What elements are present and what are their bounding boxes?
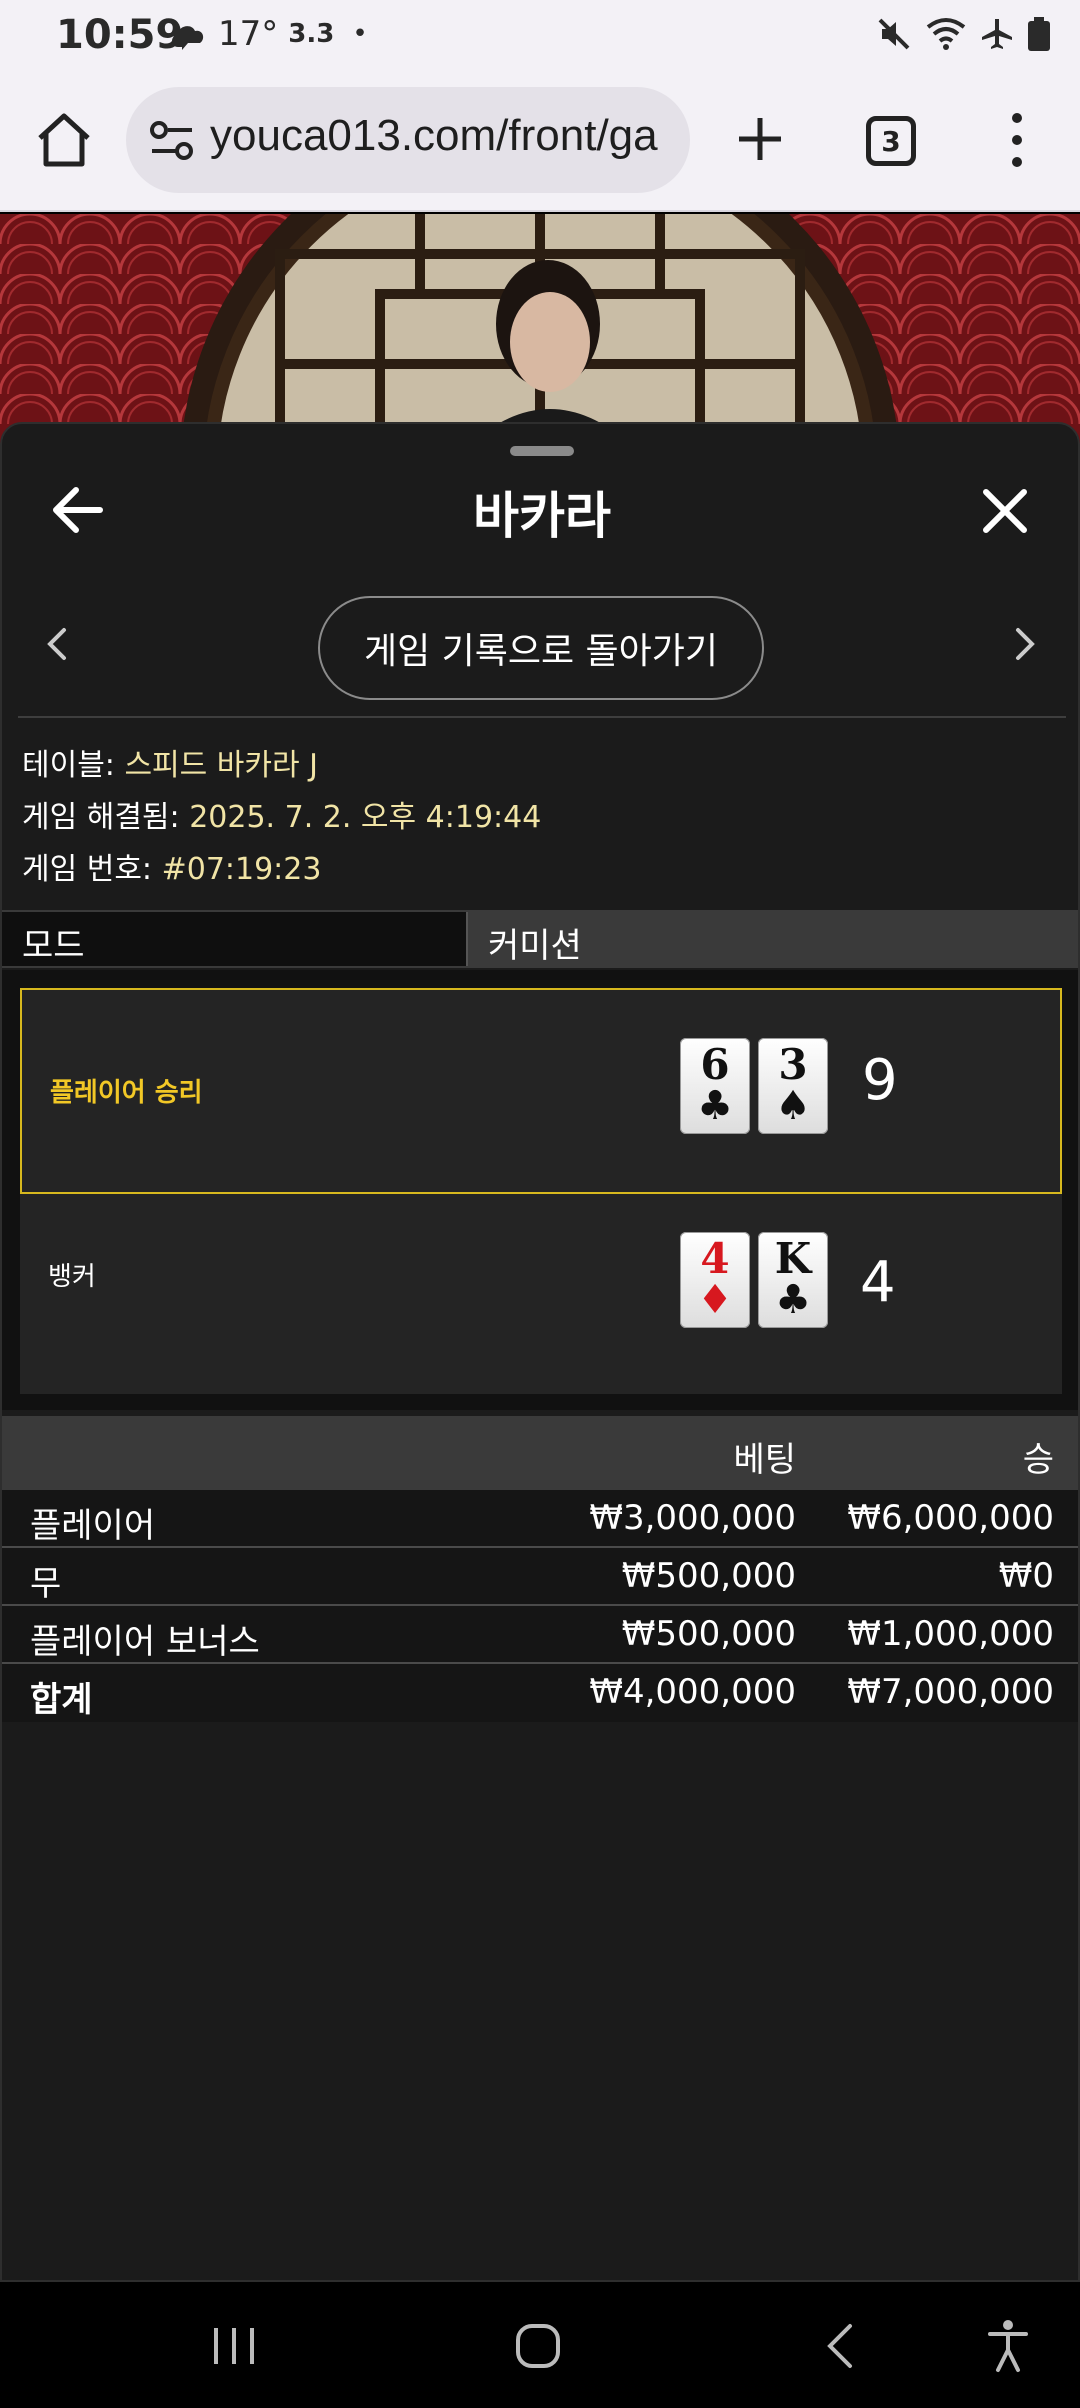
total-win: ₩7,000,000 <box>847 1672 1054 1712</box>
status-dot: • <box>352 19 368 49</box>
mode-label: 모드 <box>22 926 85 966</box>
table-row: 플레이어 ₩3,000,000 ₩6,000,000 <box>2 1490 1078 1548</box>
mode-value: 커미션 <box>488 926 582 966</box>
back-to-history-button[interactable]: 게임 기록으로 돌아가기 <box>318 596 764 700</box>
total-bet: ₩4,000,000 <box>589 1672 796 1712</box>
next-game-icon[interactable] <box>1010 624 1040 664</box>
bet-column-header: 베팅 <box>733 1440 796 1480</box>
bet-name: 무 <box>30 1564 62 1604</box>
info-table: 테이블: 스피드 바카라 J <box>22 740 318 784</box>
status-bar: 10:59 17° 3.3 • <box>0 0 1080 72</box>
airplane-icon <box>982 19 1012 49</box>
status-temperature: 17° <box>218 14 279 54</box>
banker-result: 뱅커 4 ♦ K ♣ 4 <box>20 1194 1062 1394</box>
bet-table: 베팅 승 플레이어 ₩3,000,000 ₩6,000,000 무 ₩500,0… <box>2 1416 1078 1722</box>
info-game-number: 게임 번호: #07:19:23 <box>22 844 321 888</box>
win-amount: ₩6,000,000 <box>847 1498 1054 1538</box>
bet-amount: ₩3,000,000 <box>589 1498 796 1538</box>
back-nav-icon[interactable] <box>822 2322 858 2370</box>
win-amount: ₩0 <box>998 1556 1054 1596</box>
club-suit-icon: ♣ <box>697 1083 733 1129</box>
club-suit-icon: ♣ <box>775 1277 811 1323</box>
banker-score: 4 <box>860 1250 896 1315</box>
more-menu-icon[interactable] <box>1000 110 1034 170</box>
spade-suit-icon: ♠ <box>775 1083 811 1129</box>
info-table-value: 스피드 바카라 J <box>124 748 318 783</box>
browser-toolbar: youca013.com/front/ga 3 <box>0 72 1080 212</box>
bet-name: 플레이어 <box>30 1506 156 1546</box>
info-game-number-value: #07:19:23 <box>161 852 322 887</box>
banker-card-1: 4 ♦ <box>680 1232 750 1328</box>
system-navigation-bar <box>0 2282 1080 2408</box>
diamond-suit-icon: ♦ <box>697 1277 733 1323</box>
live-video-background <box>0 214 1080 444</box>
close-icon[interactable] <box>980 486 1030 536</box>
total-label: 합계 <box>30 1680 93 1720</box>
drag-handle[interactable] <box>510 446 574 456</box>
mute-icon <box>878 18 910 50</box>
results-area: 플레이어 승리 6 ♣ 3 ♠ 9 뱅커 4 ♦ K ♣ 4 <box>2 970 1078 1410</box>
table-row: 무 ₩500,000 ₩0 <box>2 1548 1078 1606</box>
info-resolved: 게임 해결됨: 2025. 7. 2. 오후 4:19:44 <box>22 792 541 836</box>
home-nav-icon[interactable] <box>514 2322 562 2370</box>
recent-apps-icon[interactable] <box>210 2324 258 2368</box>
status-left-extras: 17° 3.3 • <box>168 14 368 54</box>
previous-game-icon[interactable] <box>42 624 72 664</box>
weather-cloud-icon <box>172 26 204 50</box>
status-time: 10:59 <box>56 12 184 58</box>
bet-amount: ₩500,000 <box>621 1614 796 1654</box>
accessibility-icon[interactable] <box>986 2318 1030 2374</box>
player-score: 9 <box>862 1048 898 1113</box>
bet-name: 플레이어 보너스 <box>30 1622 260 1662</box>
tab-switcher-button[interactable]: 3 <box>866 116 916 166</box>
mode-value-cell: 커미션 <box>466 912 1078 966</box>
player-card-1: 6 ♣ <box>680 1038 750 1134</box>
win-amount: ₩1,000,000 <box>847 1614 1054 1654</box>
info-resolved-value: 2025. 7. 2. 오후 4:19:44 <box>189 800 542 835</box>
player-result-label: 플레이어 승리 <box>50 1078 203 1108</box>
address-bar[interactable]: youca013.com/front/ga <box>126 87 690 193</box>
wifi-icon <box>926 18 966 50</box>
player-card-2: 3 ♠ <box>758 1038 828 1134</box>
mode-row: 모드 커미션 <box>2 910 1078 968</box>
info-game-number-label: 게임 번호: <box>22 852 162 887</box>
sheet-title: 바카라 <box>473 487 611 545</box>
divider <box>18 716 1066 718</box>
status-right-icons <box>876 16 1050 52</box>
player-result: 플레이어 승리 6 ♣ 3 ♠ 9 <box>20 988 1062 1194</box>
info-table-label: 테이블: <box>22 748 125 783</box>
win-column-header: 승 <box>1022 1440 1054 1480</box>
bet-table-header: 베팅 승 <box>2 1416 1078 1490</box>
total-row: 합계 ₩4,000,000 ₩7,000,000 <box>2 1664 1078 1722</box>
bet-amount: ₩500,000 <box>621 1556 796 1596</box>
home-icon[interactable] <box>34 110 94 170</box>
info-resolved-label: 게임 해결됨: <box>22 800 190 835</box>
game-history-sheet: 바카라 게임 기록으로 돌아가기 테이블: 스피드 바카라 J 게임 해결됨: … <box>0 422 1080 2282</box>
url-text: youca013.com/front/ga <box>210 111 658 160</box>
mode-label-cell: 모드 <box>2 912 466 966</box>
table-row: 플레이어 보너스 ₩500,000 ₩1,000,000 <box>2 1606 1078 1664</box>
banker-result-label: 뱅커 <box>48 1262 96 1292</box>
site-settings-icon[interactable] <box>150 121 194 161</box>
new-tab-icon[interactable] <box>730 106 790 172</box>
video-scene <box>0 214 1080 444</box>
status-extra: 3.3 <box>288 19 335 49</box>
battery-icon <box>1028 17 1050 51</box>
banker-card-2: K ♣ <box>758 1232 828 1328</box>
